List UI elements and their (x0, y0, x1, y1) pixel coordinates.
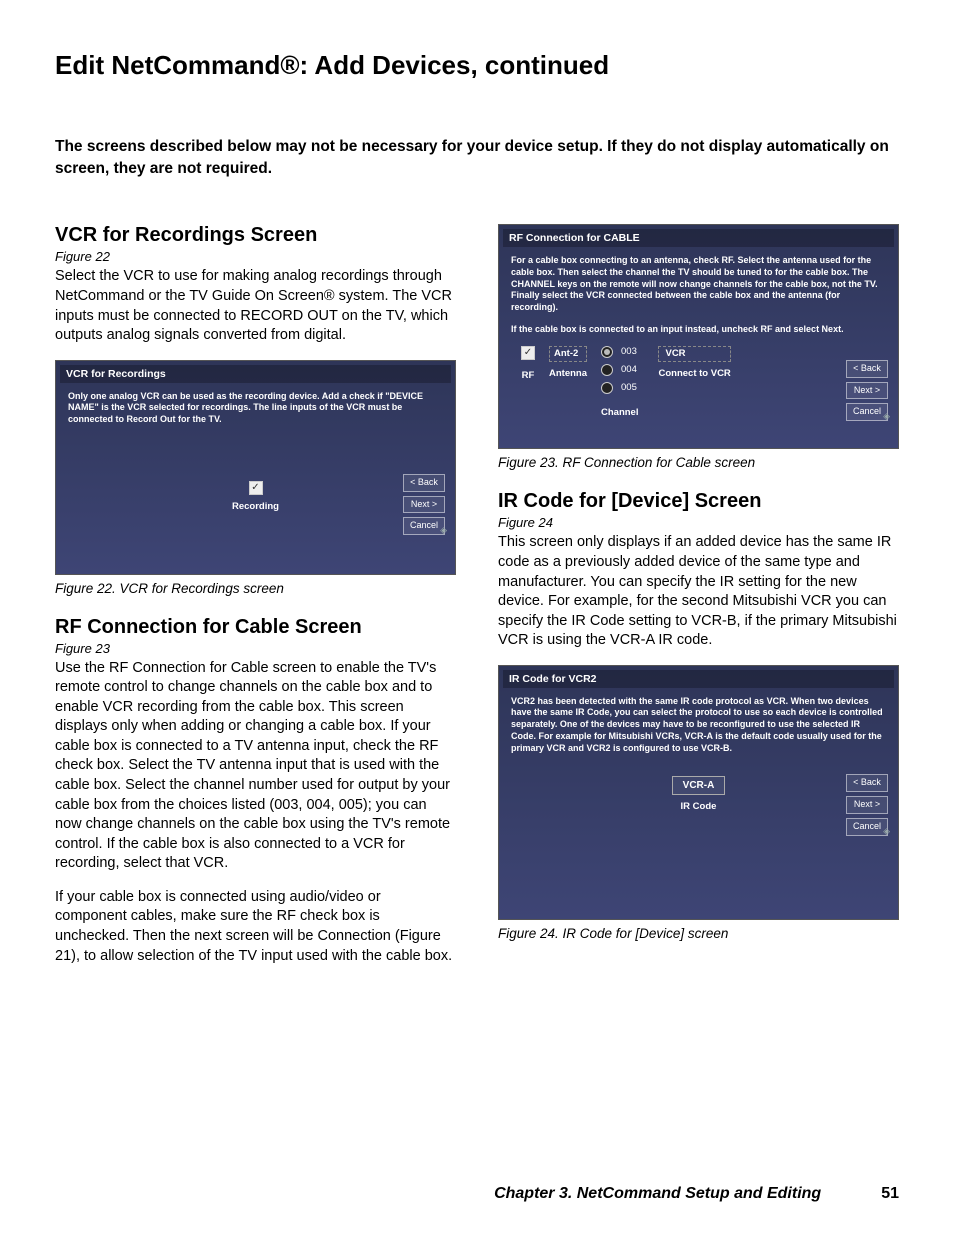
rf-connection-para2: If your cable box is connected using aud… (55, 888, 456, 966)
right-column: RF Connection for CABLE For a cable box … (498, 224, 899, 980)
ch003-label: 003 (621, 346, 637, 358)
vcr-recordings-para: Select the VCR to use for making analog … (55, 267, 456, 345)
diamond-icon: ◈ (883, 411, 890, 423)
figure-22-caption: Figure 22. VCR for Recordings screen (55, 581, 456, 596)
rf-connection-para1: Use the RF Connection for Cable screen t… (55, 659, 456, 874)
back-button[interactable]: < Back (403, 474, 445, 492)
diamond-icon: ◈ (440, 525, 447, 537)
back-button[interactable]: < Back (846, 360, 888, 378)
ch003-radio[interactable] (601, 346, 613, 358)
chapter-label: Chapter 3. NetCommand Setup and Editing (494, 1185, 821, 1203)
ir-code-para: This screen only displays if an added de… (498, 533, 899, 650)
fig23-instr2: If the cable box is connected to an inpu… (511, 324, 886, 336)
page-title: Edit NetCommand®: Add Devices, continued (55, 50, 899, 81)
connect-vcr-label: Connect to VCR (658, 368, 730, 380)
figure-22-ref: Figure 22 (55, 249, 456, 264)
diamond-icon: ◈ (883, 826, 890, 838)
fig22-instructions: Only one analog VCR can be used as the r… (68, 391, 443, 426)
fig22-title: VCR for Recordings (60, 365, 451, 383)
ch005-radio[interactable] (601, 382, 613, 394)
intro-text: The screens described below may not be n… (55, 136, 899, 179)
figure-24-ref: Figure 24 (498, 515, 899, 530)
cancel-button[interactable]: Cancel (846, 818, 888, 836)
rf-connection-heading: RF Connection for Cable Screen (55, 616, 456, 639)
next-button[interactable]: Next > (403, 496, 445, 514)
next-button[interactable]: Next > (846, 382, 888, 400)
rf-checkbox[interactable]: ✓ (521, 346, 535, 360)
page-footer: Chapter 3. NetCommand Setup and Editing … (0, 1185, 954, 1203)
fig24-instructions: VCR2 has been detected with the same IR … (511, 696, 886, 754)
left-column: VCR for Recordings Screen Figure 22 Sele… (55, 224, 456, 980)
vcr-recordings-heading: VCR for Recordings Screen (55, 224, 456, 247)
ch004-radio[interactable] (601, 364, 613, 376)
fig23-title: RF Connection for CABLE (503, 229, 894, 247)
page-number: 51 (881, 1185, 899, 1203)
fig23-instr1: For a cable box connecting to an antenna… (511, 255, 886, 313)
channel-label: Channel (601, 407, 638, 419)
antenna-label: Antenna (549, 368, 587, 380)
ir-code-heading: IR Code for [Device] Screen (498, 490, 899, 513)
figure-23-ref: Figure 23 (55, 641, 456, 656)
recording-label: Recording (232, 501, 279, 513)
vcr-option[interactable]: VCR (658, 346, 730, 362)
next-button[interactable]: Next > (846, 796, 888, 814)
figure-23-screenshot: RF Connection for CABLE For a cable box … (498, 224, 899, 449)
ant2-option[interactable]: Ant-2 (549, 346, 587, 362)
cancel-button[interactable]: Cancel (403, 517, 445, 535)
figure-24-caption: Figure 24. IR Code for [Device] screen (498, 926, 899, 941)
ir-code-label: IR Code (681, 801, 717, 813)
back-button[interactable]: < Back (846, 774, 888, 792)
fig24-title: IR Code for VCR2 (503, 670, 894, 688)
figure-22-screenshot: VCR for Recordings Only one analog VCR c… (55, 360, 456, 575)
figure-23-caption: Figure 23. RF Connection for Cable scree… (498, 455, 899, 470)
ch005-label: 005 (621, 382, 637, 394)
rf-label: RF (522, 370, 535, 382)
cancel-button[interactable]: Cancel (846, 403, 888, 421)
recording-checkbox[interactable]: ✓ (249, 481, 263, 495)
ir-code-select[interactable]: VCR-A (672, 776, 726, 795)
ch004-label: 004 (621, 364, 637, 376)
figure-24-screenshot: IR Code for VCR2 VCR2 has been detected … (498, 665, 899, 920)
